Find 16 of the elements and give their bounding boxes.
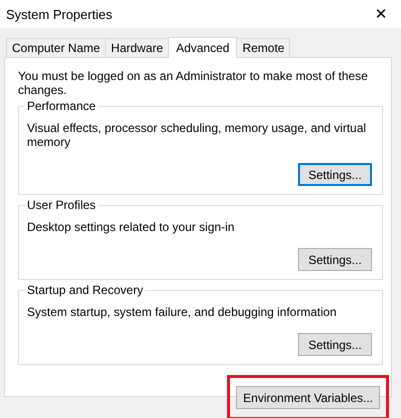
- tab[interactable]: Computer Name: [6, 38, 106, 57]
- close-button[interactable]: ✕: [361, 0, 401, 28]
- window-title: System Properties: [6, 6, 112, 22]
- environment-variables-button[interactable]: Environment Variables...: [236, 386, 380, 409]
- group-title: Performance: [25, 99, 98, 113]
- group-description: Visual effects, processor scheduling, memory usage, and virtual memory: [27, 121, 368, 149]
- group-title: Startup and Recovery: [25, 283, 146, 297]
- tab[interactable]: Remote: [236, 38, 290, 57]
- tab[interactable]: Advanced: [168, 37, 238, 58]
- settings-button[interactable]: Settings...: [298, 163, 372, 186]
- settings-button[interactable]: Settings...: [298, 248, 372, 271]
- group-description: System startup, system failure, and debugging information: [27, 305, 338, 319]
- settings-button[interactable]: Settings...: [298, 333, 372, 356]
- notice-text: You must be logged on as an Administrator to make most of these changes.: [18, 69, 369, 97]
- group-title: User Profiles: [25, 198, 98, 212]
- group-description: Desktop settings related to your sign-in: [27, 220, 236, 234]
